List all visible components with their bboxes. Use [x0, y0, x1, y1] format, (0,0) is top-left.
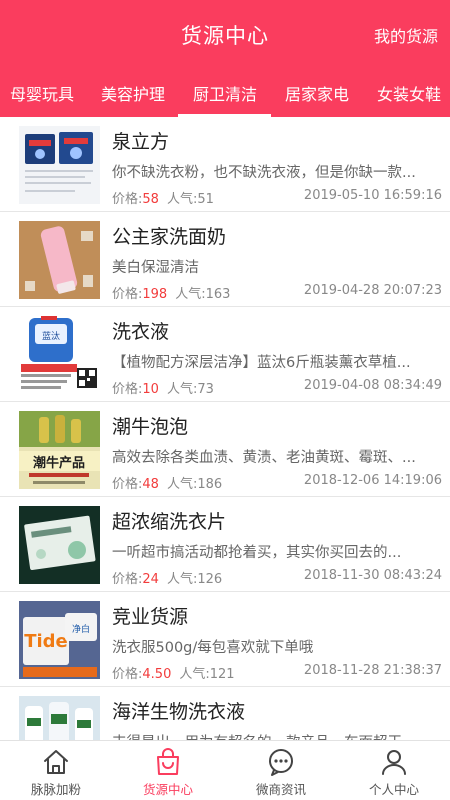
- product-title: 泉立方: [112, 131, 170, 153]
- product-meta: 价格:58 人气:51: [112, 188, 214, 207]
- popularity-value: 163: [205, 287, 231, 302]
- product-description: 丰得是出，用为有超名的一款产品，车面超干: [112, 731, 432, 740]
- tab-women-clothing-shoes[interactable]: 女装女鞋: [377, 81, 441, 105]
- product-description: 高效去除各类血渍、黄渍、老油黄斑、霉斑、...: [112, 450, 416, 466]
- product-date: 2019-04-28 20:07:23: [303, 283, 442, 298]
- product-meta: 价格:24 人气:126: [112, 568, 222, 587]
- price-value: 198: [142, 287, 168, 302]
- product-list[interactable]: 泉立方 你不缺洗衣粉，也不缺洗衣液，但是你缺一款... 价格:58 人气:51 2…: [0, 117, 450, 740]
- nav-label: 微商资讯: [255, 782, 306, 797]
- product-meta: 价格:4.50 人气:121: [112, 663, 235, 682]
- product-date: 2019-05-10 16:59:16: [303, 188, 442, 203]
- nav-item-wechat-business-news[interactable]: 微商资讯: [225, 741, 337, 800]
- nav-item-supply-center[interactable]: 货源中心: [112, 741, 224, 800]
- thumb-sub-text: 净白: [72, 623, 90, 635]
- product-title: 洗衣液: [112, 321, 170, 343]
- product-meta: 价格:10 人气:73: [112, 378, 214, 397]
- category-tabs: 母婴玩具 美容护理 厨卫清洁 居家家电 女装女鞋: [0, 67, 450, 117]
- list-item[interactable]: 海洋生物洗衣液 丰得是出，用为有超名的一款产品，车面超干: [0, 687, 450, 740]
- list-item[interactable]: 公主家洗面奶 美白保湿清洁 价格:198 人气:163 2019-04-28 20…: [0, 212, 450, 307]
- nav-item-personal-center[interactable]: 个人中心: [338, 741, 450, 800]
- nav-label: 个人中心: [368, 782, 419, 797]
- nav-label: 货源中心: [142, 782, 193, 797]
- product-thumbnail: 蓝汰: [19, 316, 100, 394]
- product-title: 潮牛泡泡: [112, 416, 189, 438]
- price-value: 4.50: [142, 667, 172, 682]
- product-thumbnail: 潮牛产品: [19, 411, 100, 489]
- list-item[interactable]: 超浓缩洗衣片 一听超市搞活动都抢着买，其实你买回去的... 价格:24 人气:12…: [0, 497, 450, 592]
- thumb-brand-text: 蓝汰: [42, 330, 60, 342]
- product-meta: 价格:48 人气:186: [112, 473, 222, 492]
- product-date: 2018-11-28 21:38:37: [303, 663, 442, 678]
- popularity-label: 人气:: [166, 192, 198, 207]
- product-description: 洗衣服500g/每包喜欢就下单哦: [112, 640, 314, 656]
- price-value: 48: [142, 477, 159, 492]
- list-item[interactable]: Tide 净白 竞业货源 洗衣服500g/每包喜欢就下单哦 价格:4.50 人气:…: [0, 592, 450, 687]
- product-title: 超浓缩洗衣片: [112, 511, 227, 533]
- price-label: 价格:: [112, 382, 143, 397]
- popularity-label: 人气:: [179, 667, 210, 682]
- product-date: 2018-12-06 14:19:06: [303, 473, 442, 488]
- price-label: 价格:: [112, 667, 143, 682]
- thumb-brand-text: 潮牛产品: [33, 455, 85, 471]
- product-thumbnail: [19, 506, 100, 584]
- thumb-brand-text: Tide: [24, 631, 68, 652]
- product-thumbnail: [19, 696, 100, 740]
- product-title: 公主家洗面奶: [112, 226, 227, 248]
- popularity-value: 121: [209, 667, 235, 682]
- product-date: 2019-04-08 08:34:49: [303, 378, 442, 393]
- tab-home-appliances[interactable]: 居家家电: [285, 81, 349, 105]
- list-item[interactable]: 潮牛产品 潮牛泡泡 高效去除各类血渍、黄渍、老油黄斑、霉斑、... 价格:48 人…: [0, 402, 450, 497]
- product-title: 海洋生物洗衣液: [112, 701, 246, 723]
- price-label: 价格:: [112, 477, 143, 492]
- home-icon: [44, 750, 68, 774]
- person-icon: [382, 750, 406, 775]
- popularity-value: 186: [197, 477, 223, 492]
- my-supply-link[interactable]: 我的货源: [374, 23, 438, 47]
- bottom-navigation: 脉脉加粉 货源中心 微商资讯 个人中心: [0, 740, 450, 800]
- popularity-value: 73: [197, 382, 214, 397]
- popularity-label: 人气:: [166, 572, 198, 587]
- popularity-value: 51: [197, 192, 214, 207]
- product-date: 2018-11-30 08:43:24: [303, 568, 442, 583]
- shopping-bag-icon: [157, 748, 179, 775]
- chat-bubble-icon: [269, 749, 293, 776]
- product-thumbnail: [19, 126, 100, 204]
- tab-beauty-care[interactable]: 美容护理: [101, 81, 165, 105]
- tab-kitchen-cleaning[interactable]: 厨卫清洁: [193, 81, 257, 105]
- nav-label: 脉脉加粉: [30, 782, 81, 797]
- popularity-label: 人气:: [166, 382, 198, 397]
- price-value: 10: [142, 382, 159, 397]
- product-thumbnail: [19, 221, 100, 299]
- list-item[interactable]: 蓝汰 洗衣液 【植物配方深层洁净】蓝汰6斤瓶装薰衣草植... 价格:10 人气:7…: [0, 307, 450, 402]
- product-description: 一听超市搞活动都抢着买，其实你买回去的...: [112, 545, 402, 561]
- popularity-value: 126: [197, 572, 223, 587]
- price-value: 24: [142, 572, 159, 587]
- product-description: 你不缺洗衣粉，也不缺洗衣液，但是你缺一款...: [112, 165, 416, 181]
- price-label: 价格:: [112, 287, 143, 302]
- product-description: 【植物配方深层洁净】蓝汰6斤瓶装薰衣草植...: [112, 355, 411, 371]
- price-value: 58: [142, 192, 159, 207]
- list-item[interactable]: 泉立方 你不缺洗衣粉，也不缺洗衣液，但是你缺一款... 价格:58 人气:51 2…: [0, 117, 450, 212]
- nav-item-maimai-add-fans[interactable]: 脉脉加粉: [0, 741, 112, 800]
- tab-mother-baby-toys[interactable]: 母婴玩具: [10, 81, 74, 105]
- product-meta: 价格:198 人气:163: [112, 283, 230, 302]
- product-description: 美白保湿清洁: [112, 260, 199, 276]
- price-label: 价格:: [112, 572, 143, 587]
- popularity-label: 人气:: [175, 287, 206, 302]
- product-thumbnail: Tide 净白: [19, 601, 100, 679]
- product-title: 竞业货源: [112, 606, 189, 628]
- popularity-label: 人气:: [166, 477, 198, 492]
- price-label: 价格:: [112, 192, 143, 207]
- app-header: 货源中心 我的货源: [0, 0, 450, 67]
